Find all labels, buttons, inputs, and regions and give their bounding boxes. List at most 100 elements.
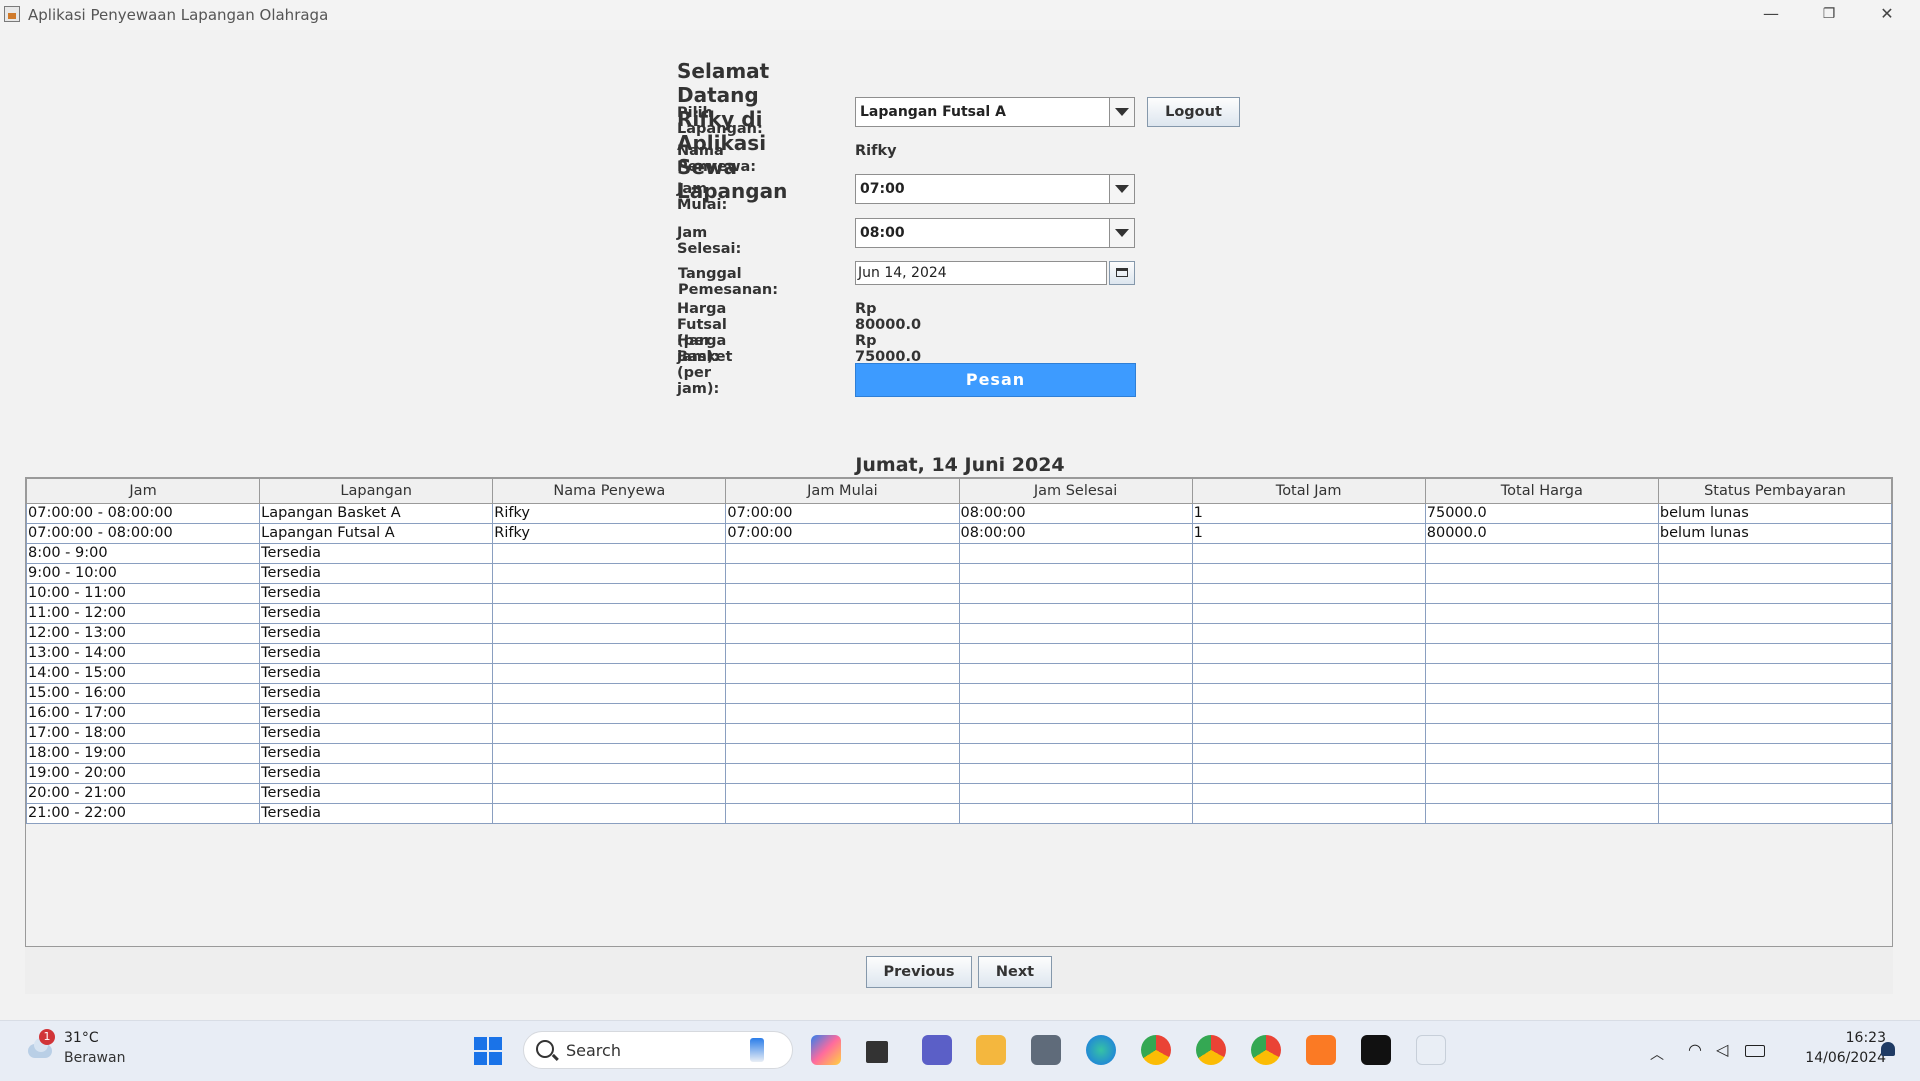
cell-total-harga[interactable]: [1424, 763, 1659, 784]
cell-jam[interactable]: 16:00 - 17:00: [25, 703, 261, 724]
table-row[interactable]: 19:00 - 20:00 Tersedia: [25, 763, 1893, 784]
cell-jam[interactable]: 10:00 - 11:00: [25, 583, 261, 604]
cell-lapangan[interactable]: Tersedia: [259, 563, 494, 584]
cell-jam-selesai[interactable]: 08:00:00: [958, 523, 1193, 544]
cell-total-harga[interactable]: [1424, 683, 1659, 704]
previous-button[interactable]: Previous: [866, 956, 972, 988]
cell-nama-penyewa[interactable]: [492, 803, 727, 824]
table-row[interactable]: 07:00:00 - 08:00:00 Lapangan Basket A Rifk…: [25, 503, 1893, 524]
teams-icon[interactable]: [922, 1035, 952, 1065]
cell-total-jam[interactable]: [1191, 543, 1426, 564]
cell-jam[interactable]: 13:00 - 14:00: [25, 643, 261, 664]
cell-jam-selesai[interactable]: [958, 543, 1193, 564]
java-icon[interactable]: [1416, 1035, 1446, 1065]
cell-jam-mulai[interactable]: [725, 663, 960, 684]
cell-jam-selesai[interactable]: [958, 703, 1193, 724]
cell-total-harga[interactable]: [1424, 803, 1659, 824]
cell-nama-penyewa[interactable]: [492, 563, 727, 584]
volume-icon[interactable]: ◁: [1716, 1040, 1728, 1059]
cell-total-jam[interactable]: [1191, 783, 1426, 804]
cell-jam-selesai[interactable]: [958, 723, 1193, 744]
cell-jam[interactable]: 15:00 - 16:00: [25, 683, 261, 704]
table-row[interactable]: 07:00:00 - 08:00:00 Lapangan Futsal A Rifk…: [25, 523, 1893, 544]
cell-total-harga[interactable]: [1424, 603, 1659, 624]
column-header-status-pembayaran[interactable]: Status Pembayaran: [1657, 478, 1893, 504]
cell-nama-penyewa[interactable]: [492, 603, 727, 624]
calendar-icon[interactable]: [1109, 261, 1135, 285]
cell-status-pembayaran[interactable]: [1657, 563, 1893, 584]
cell-nama-penyewa[interactable]: [492, 543, 727, 564]
table-row[interactable]: 20:00 - 21:00 Tersedia: [25, 783, 1893, 804]
cell-nama-penyewa[interactable]: [492, 663, 727, 684]
cell-total-jam[interactable]: 1: [1191, 523, 1426, 544]
taskbar-search[interactable]: Search: [523, 1031, 793, 1069]
cell-nama-penyewa[interactable]: [492, 643, 727, 664]
cell-total-harga[interactable]: [1424, 723, 1659, 744]
column-header-jam-mulai[interactable]: Jam Mulai: [725, 478, 960, 504]
table-row[interactable]: 12:00 - 13:00 Tersedia: [25, 623, 1893, 644]
cell-status-pembayaran[interactable]: [1657, 683, 1893, 704]
cell-jam-mulai[interactable]: [725, 603, 960, 624]
cell-jam-selesai[interactable]: [958, 603, 1193, 624]
cell-jam[interactable]: 20:00 - 21:00: [25, 783, 261, 804]
intellij-icon[interactable]: [1361, 1035, 1391, 1065]
cell-total-jam[interactable]: [1191, 683, 1426, 704]
cell-nama-penyewa[interactable]: Rifky: [492, 523, 727, 544]
cell-nama-penyewa[interactable]: [492, 743, 727, 764]
column-header-total-harga[interactable]: Total Harga: [1424, 478, 1659, 504]
schedule-table-scrollpane[interactable]: Jam Lapangan Nama Penyewa Jam Mulai Jam …: [25, 477, 1893, 947]
battery-icon[interactable]: [1745, 1045, 1765, 1057]
cell-lapangan[interactable]: Lapangan Basket A: [259, 503, 494, 524]
cell-jam[interactable]: 07:00:00 - 08:00:00: [25, 503, 261, 524]
column-header-nama-penyewa[interactable]: Nama Penyewa: [492, 478, 727, 504]
cell-total-jam[interactable]: [1191, 603, 1426, 624]
cell-jam[interactable]: 17:00 - 18:00: [25, 723, 261, 744]
cell-status-pembayaran[interactable]: [1657, 743, 1893, 764]
column-header-jam-selesai[interactable]: Jam Selesai: [958, 478, 1193, 504]
cell-jam[interactable]: 18:00 - 19:00: [25, 743, 261, 764]
cell-lapangan[interactable]: Lapangan Futsal A: [259, 523, 494, 544]
cell-total-jam[interactable]: [1191, 663, 1426, 684]
table-row[interactable]: 18:00 - 19:00 Tersedia: [25, 743, 1893, 764]
cell-total-harga[interactable]: [1424, 783, 1659, 804]
cell-total-jam[interactable]: [1191, 803, 1426, 824]
cell-jam-mulai[interactable]: [725, 683, 960, 704]
cell-status-pembayaran[interactable]: [1657, 623, 1893, 644]
cell-status-pembayaran[interactable]: [1657, 703, 1893, 724]
cell-nama-penyewa[interactable]: [492, 703, 727, 724]
wifi-icon[interactable]: ◠: [1688, 1040, 1702, 1059]
table-row[interactable]: 9:00 - 10:00 Tersedia: [25, 563, 1893, 584]
task-view-icon[interactable]: [866, 1041, 888, 1063]
cell-total-harga[interactable]: [1424, 663, 1659, 684]
cell-lapangan[interactable]: Tersedia: [259, 723, 494, 744]
notification-bell-icon[interactable]: [1881, 1042, 1895, 1056]
cell-nama-penyewa[interactable]: [492, 723, 727, 744]
cell-lapangan[interactable]: Tersedia: [259, 583, 494, 604]
table-row[interactable]: 21:00 - 22:00 Tersedia: [25, 803, 1893, 824]
cell-total-jam[interactable]: [1191, 723, 1426, 744]
cell-total-jam[interactable]: [1191, 743, 1426, 764]
table-row[interactable]: 11:00 - 12:00 Tersedia: [25, 603, 1893, 624]
table-row[interactable]: 16:00 - 17:00 Tersedia: [25, 703, 1893, 724]
cell-status-pembayaran[interactable]: [1657, 763, 1893, 784]
logout-button[interactable]: Logout: [1147, 97, 1240, 127]
cell-jam[interactable]: 19:00 - 20:00: [25, 763, 261, 784]
cell-jam-mulai[interactable]: [725, 543, 960, 564]
cell-jam[interactable]: 9:00 - 10:00: [25, 563, 261, 584]
cell-total-harga[interactable]: [1424, 623, 1659, 644]
cell-jam-selesai[interactable]: [958, 563, 1193, 584]
cell-jam-selesai[interactable]: 08:00:00: [958, 503, 1193, 524]
cell-jam[interactable]: 11:00 - 12:00: [25, 603, 261, 624]
table-row[interactable]: 13:00 - 14:00 Tersedia: [25, 643, 1893, 664]
table-row[interactable]: 15:00 - 16:00 Tersedia: [25, 683, 1893, 704]
table-row[interactable]: 10:00 - 11:00 Tersedia: [25, 583, 1893, 604]
cell-jam-mulai[interactable]: [725, 723, 960, 744]
cell-total-jam[interactable]: [1191, 563, 1426, 584]
taskbar-clock-time[interactable]: 16:23: [1786, 1030, 1886, 1046]
cell-total-harga[interactable]: 80000.0: [1424, 523, 1659, 544]
cell-jam-mulai[interactable]: [725, 783, 960, 804]
cell-lapangan[interactable]: Tersedia: [259, 623, 494, 644]
cell-jam-mulai[interactable]: [725, 743, 960, 764]
cell-lapangan[interactable]: Tersedia: [259, 603, 494, 624]
cell-nama-penyewa[interactable]: [492, 783, 727, 804]
